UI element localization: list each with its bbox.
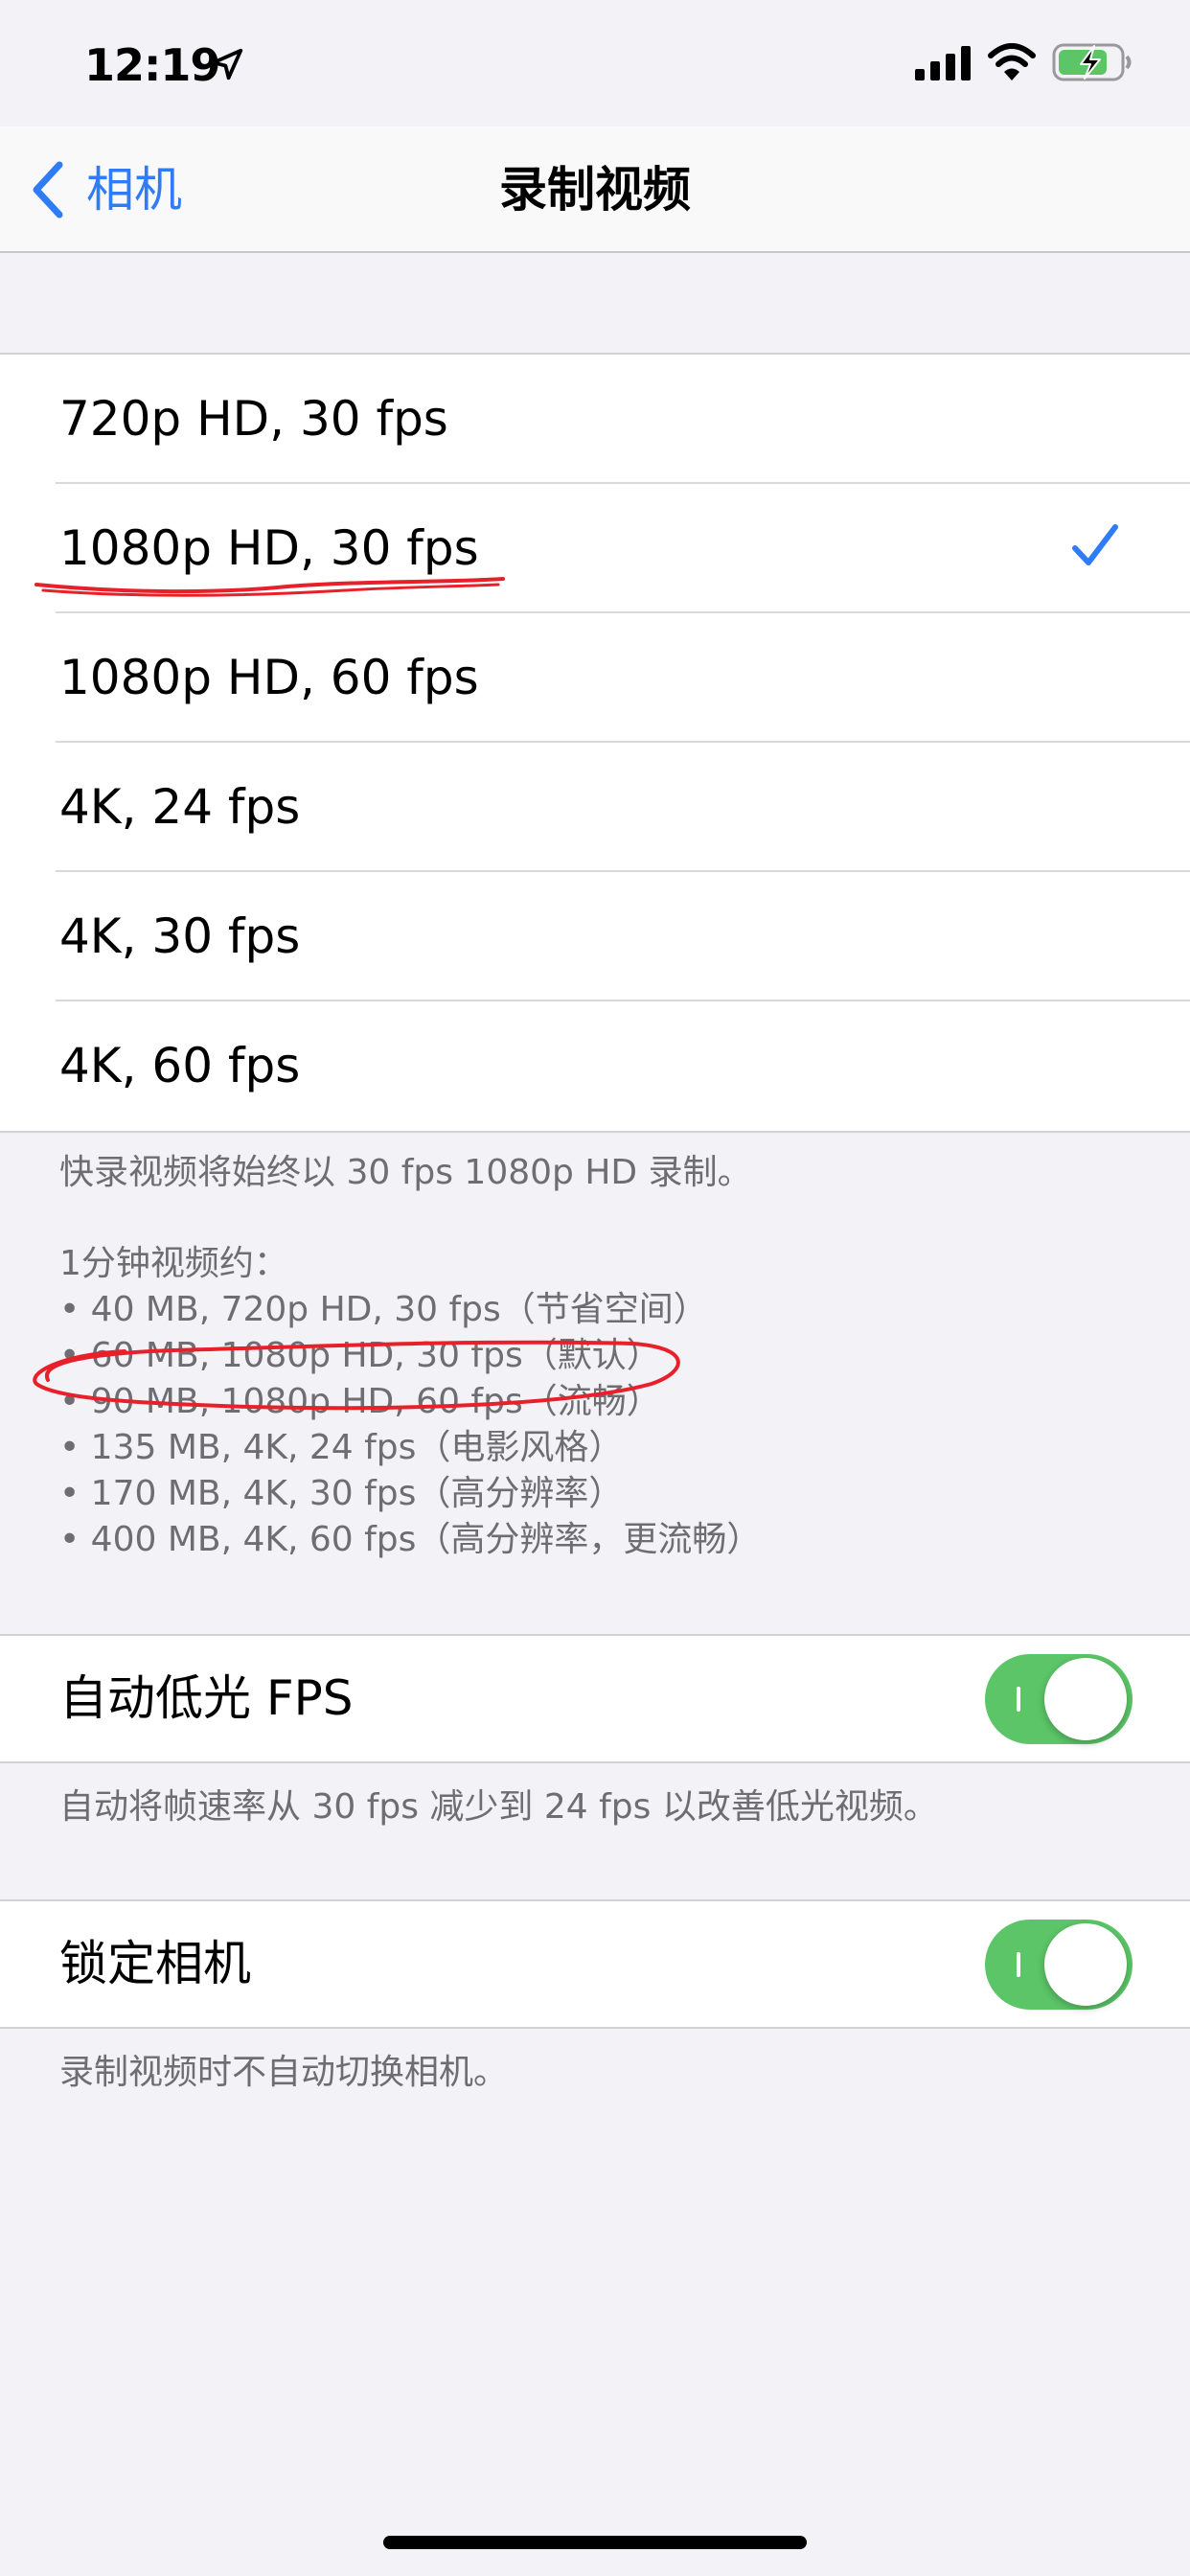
option-label: 4K, 60 fps bbox=[59, 1038, 301, 1093]
quick-record-note: 快录视频将始终以 30 fps 1080p HD 录制。 bbox=[59, 1153, 752, 1192]
screen: 12:19 相机 录制视频 720p HD, 30 fps 1080p HD, … bbox=[0, 0, 1190, 2576]
option-4k-30fps[interactable]: 4K, 30 fps bbox=[0, 872, 1190, 1001]
option-label: 4K, 30 fps bbox=[59, 908, 301, 964]
resolution-options-list: 720p HD, 30 fps 1080p HD, 30 fps 1080p H… bbox=[0, 353, 1190, 1133]
auto-low-light-toggle[interactable] bbox=[985, 1654, 1133, 1744]
lock-camera-toggle[interactable] bbox=[985, 1920, 1133, 2010]
toggle-on-indicator bbox=[1017, 1952, 1020, 1977]
lock-camera-description: 录制视频时不自动切换相机。 bbox=[59, 2053, 509, 2092]
size-item: • 400 MB, 4K, 60 fps（高分辨率，更流畅） bbox=[59, 1520, 762, 1559]
option-720p-30fps[interactable]: 720p HD, 30 fps bbox=[0, 355, 1190, 484]
wifi-icon bbox=[988, 43, 1036, 80]
location-arrow-icon bbox=[211, 48, 243, 80]
navigation-bar: 相机 录制视频 bbox=[0, 126, 1190, 253]
toggle-knob bbox=[1044, 1658, 1127, 1740]
option-label: 720p HD, 30 fps bbox=[59, 391, 448, 447]
size-item: • 60 MB, 1080p HD, 30 fps（默认） bbox=[59, 1336, 661, 1375]
toggle-on-indicator bbox=[1017, 1687, 1020, 1712]
option-label: 1080p HD, 60 fps bbox=[59, 650, 479, 705]
checkmark-icon bbox=[1072, 524, 1118, 565]
auto-low-light-description: 自动将帧速率从 30 fps 减少到 24 fps 以改善低光视频。 bbox=[59, 1787, 938, 1827]
cellular-signal-icon bbox=[915, 46, 971, 80]
page-title: 录制视频 bbox=[499, 162, 691, 218]
option-1080p-30fps[interactable]: 1080p HD, 30 fps bbox=[0, 484, 1190, 613]
auto-low-light-label: 自动低光 FPS bbox=[59, 1670, 354, 1726]
size-item: • 170 MB, 4K, 30 fps（高分辨率） bbox=[59, 1474, 624, 1513]
auto-low-light-row: 自动低光 FPS bbox=[0, 1636, 1190, 1761]
battery-charging-icon bbox=[1052, 43, 1132, 81]
size-item: • 135 MB, 4K, 24 fps（电影风格） bbox=[59, 1428, 624, 1467]
size-item: • 40 MB, 720p HD, 30 fps（节省空间） bbox=[59, 1290, 708, 1329]
option-1080p-60fps[interactable]: 1080p HD, 60 fps bbox=[0, 613, 1190, 743]
option-label: 1080p HD, 30 fps bbox=[59, 520, 479, 576]
toggle-knob bbox=[1044, 1923, 1127, 2006]
option-label: 4K, 24 fps bbox=[59, 779, 301, 835]
home-indicator[interactable] bbox=[383, 2536, 807, 2549]
size-heading: 1分钟视频约： bbox=[59, 1244, 288, 1283]
lock-camera-group: 锁定相机 bbox=[0, 1899, 1190, 2029]
auto-low-light-group: 自动低光 FPS bbox=[0, 1634, 1190, 1763]
option-4k-60fps[interactable]: 4K, 60 fps bbox=[0, 1001, 1190, 1131]
size-item: • 90 MB, 1080p HD, 60 fps（流畅） bbox=[59, 1382, 661, 1421]
status-time: 12:19 bbox=[84, 39, 220, 91]
status-bar: 12:19 bbox=[0, 0, 1190, 126]
option-4k-24fps[interactable]: 4K, 24 fps bbox=[0, 743, 1190, 872]
size-info: 1分钟视频约： • 40 MB, 720p HD, 30 fps（节省空间） •… bbox=[59, 1241, 761, 1563]
lock-camera-row: 锁定相机 bbox=[0, 1901, 1190, 2027]
lock-camera-label: 锁定相机 bbox=[59, 1936, 251, 1991]
